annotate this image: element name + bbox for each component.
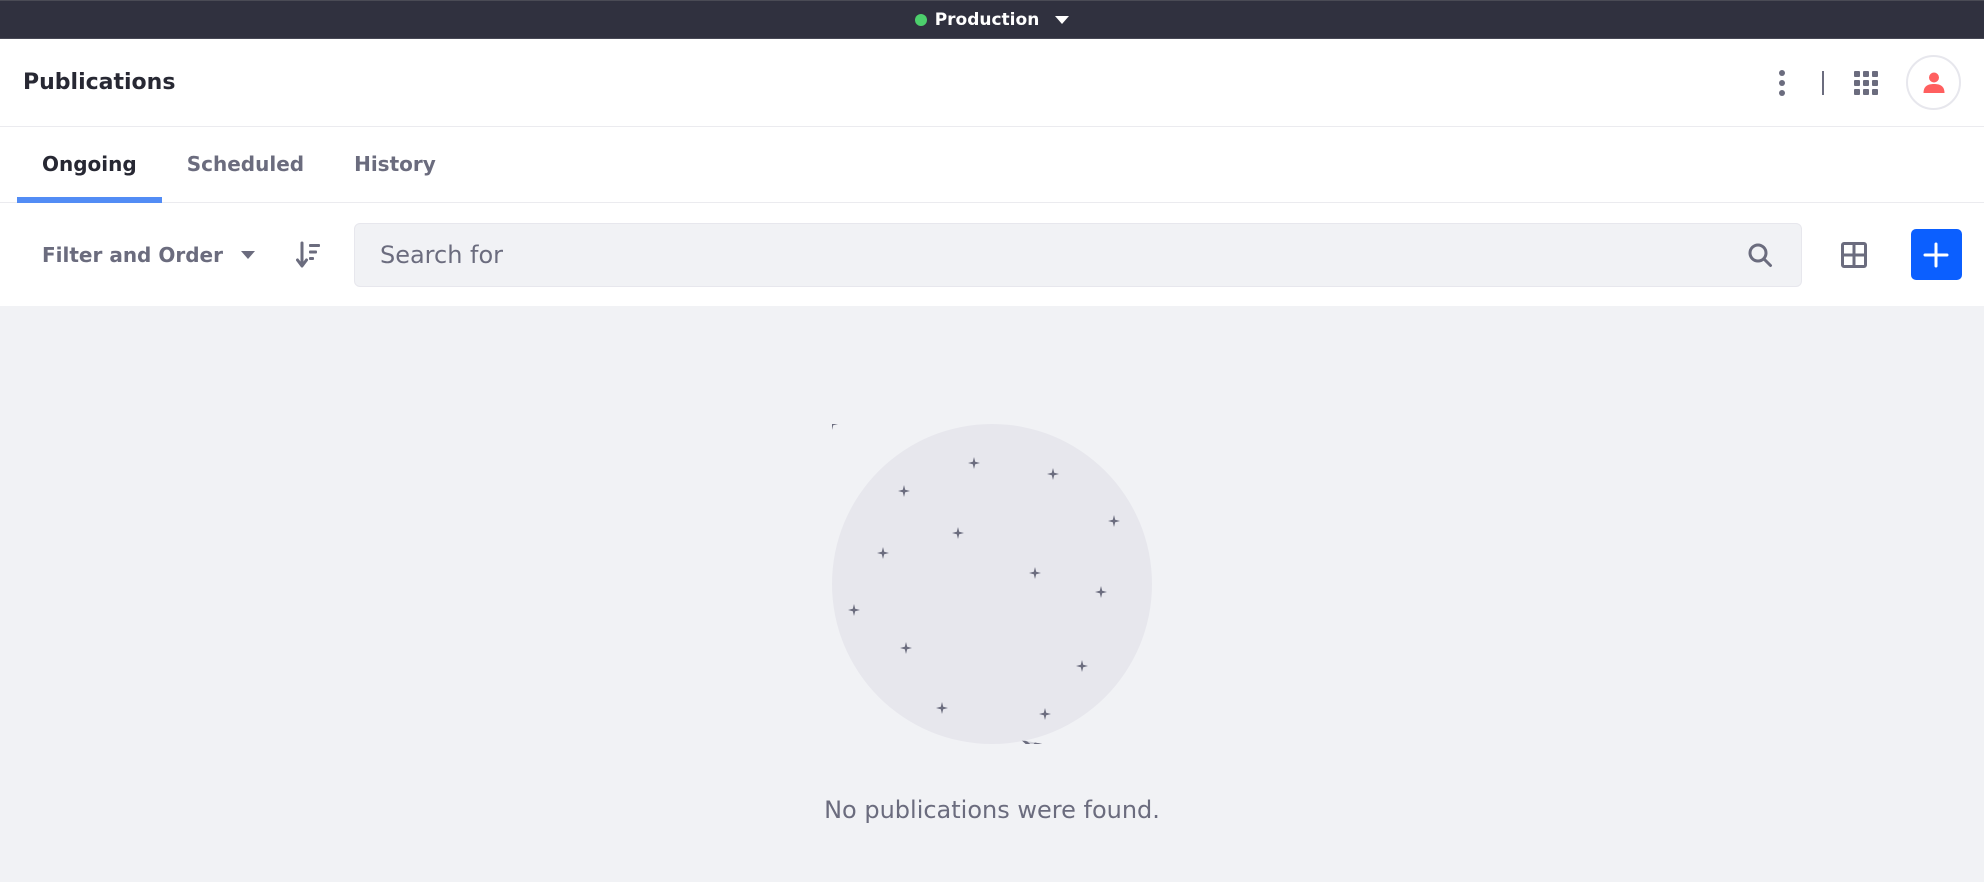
filter-label: Filter and Order <box>42 242 223 267</box>
divider <box>1822 70 1824 95</box>
user-icon <box>1923 72 1944 93</box>
search-field <box>353 222 1802 287</box>
search-icon <box>1748 243 1772 267</box>
environment-selector[interactable]: Production <box>914 9 1070 30</box>
sort-order-button[interactable] <box>284 233 334 277</box>
tab-bar: Ongoing Scheduled History <box>0 127 1984 203</box>
card-view-icon <box>1840 241 1867 268</box>
tab-scheduled[interactable]: Scheduled <box>162 126 329 202</box>
caret-down-icon <box>1055 15 1070 24</box>
kebab-menu-icon[interactable] <box>1772 63 1792 103</box>
search-button[interactable] <box>1744 239 1776 271</box>
search-input[interactable] <box>379 240 1744 269</box>
plus-icon <box>1923 242 1949 267</box>
caret-down-icon <box>240 250 255 259</box>
status-dot-icon <box>914 13 927 26</box>
empty-state-message: No publications were found. <box>824 796 1160 824</box>
management-toolbar: Filter and Order <box>0 203 1984 306</box>
page-title: Publications <box>23 70 176 95</box>
tab-history[interactable]: History <box>329 126 461 202</box>
display-view-button[interactable] <box>1834 233 1874 277</box>
user-avatar[interactable] <box>1906 55 1961 110</box>
satellite-illustration-icon <box>832 424 1152 744</box>
apps-grid-icon[interactable] <box>1854 70 1878 95</box>
empty-state: No publications were found. <box>0 306 1984 882</box>
filter-and-order-dropdown[interactable]: Filter and Order <box>23 233 274 277</box>
page-header: Publications <box>0 39 1984 127</box>
environment-label: Production <box>934 9 1040 30</box>
environment-bar: Production <box>0 0 1984 39</box>
tab-ongoing[interactable]: Ongoing <box>17 126 162 203</box>
sort-order-icon <box>295 241 320 267</box>
add-publication-button[interactable] <box>1910 229 1962 280</box>
